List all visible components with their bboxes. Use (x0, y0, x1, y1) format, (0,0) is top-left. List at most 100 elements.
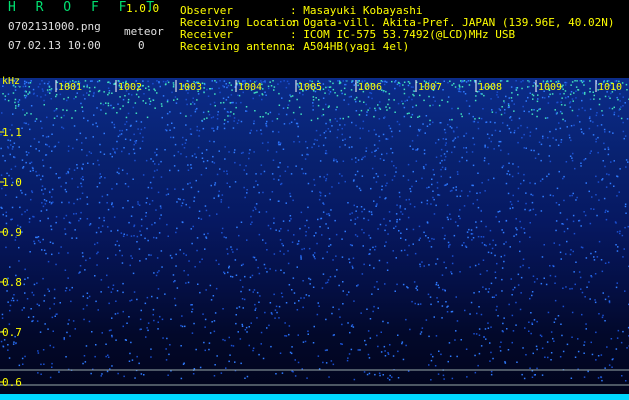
noise-speck (74, 110, 77, 112)
noise-speck (41, 80, 43, 82)
noise-speck (1, 317, 4, 319)
noise-speck (226, 111, 229, 113)
noise-speck (209, 332, 212, 334)
noise-speck (239, 164, 241, 166)
noise-speck (298, 106, 301, 109)
noise-speck (558, 244, 561, 246)
noise-speck (442, 374, 445, 377)
noise-speck (501, 267, 504, 269)
noise-speck (390, 147, 392, 150)
noise-speck (520, 276, 523, 279)
noise-speck (432, 190, 434, 192)
noise-speck (507, 170, 510, 172)
noise-speck (469, 313, 471, 315)
noise-speck (133, 235, 135, 237)
noise-speck (495, 111, 497, 114)
noise-speck (475, 221, 477, 223)
noise-speck (500, 341, 502, 343)
noise-speck (27, 82, 30, 84)
noise-speck (477, 235, 480, 238)
noise-speck (295, 165, 297, 167)
noise-speck (176, 201, 178, 203)
noise-speck (162, 337, 164, 339)
noise-speck (128, 316, 130, 318)
noise-speck (586, 286, 588, 288)
noise-speck (2, 155, 4, 157)
noise-speck (585, 182, 587, 184)
noise-speck (169, 111, 171, 113)
noise-speck (468, 84, 471, 86)
noise-speck (96, 264, 98, 266)
noise-speck (352, 180, 355, 182)
noise-speck (604, 211, 606, 213)
noise-speck (502, 322, 504, 325)
noise-speck (23, 90, 26, 93)
noise-speck (184, 325, 186, 328)
noise-speck (325, 178, 328, 180)
noise-speck (147, 80, 149, 83)
noise-speck (174, 143, 177, 146)
noise-speck (113, 83, 115, 85)
noise-speck (535, 345, 538, 348)
noise-speck (339, 124, 341, 126)
noise-speck (626, 118, 629, 120)
noise-speck (478, 328, 481, 330)
noise-speck (433, 173, 435, 176)
noise-speck (185, 139, 187, 141)
noise-speck (401, 100, 403, 102)
noise-speck (42, 277, 44, 280)
noise-speck (570, 125, 573, 127)
noise-speck (435, 204, 437, 207)
noise-speck (475, 333, 478, 335)
noise-speck (255, 208, 257, 210)
noise-speck (264, 311, 266, 314)
noise-speck (122, 282, 124, 285)
noise-speck (493, 148, 495, 150)
noise-speck (103, 91, 105, 93)
noise-speck (133, 224, 136, 226)
noise-speck (240, 362, 242, 365)
noise-speck (366, 308, 368, 310)
noise-speck (209, 88, 211, 90)
noise-speck (112, 148, 115, 151)
noise-speck (203, 91, 205, 94)
noise-speck (29, 128, 31, 131)
noise-speck (59, 93, 62, 96)
noise-speck (555, 128, 557, 131)
noise-speck (483, 244, 486, 246)
noise-speck (86, 292, 89, 294)
noise-speck (21, 213, 23, 216)
noise-speck (475, 95, 477, 97)
noise-speck (353, 84, 355, 86)
noise-speck (2, 93, 4, 95)
noise-speck (404, 100, 406, 102)
noise-speck (76, 198, 79, 201)
noise-speck (139, 328, 141, 331)
noise-speck (424, 132, 426, 134)
noise-speck (457, 136, 459, 138)
noise-speck (302, 341, 305, 343)
noise-speck (335, 159, 337, 161)
noise-speck (555, 139, 557, 141)
noise-speck (331, 125, 333, 127)
noise-speck (407, 84, 410, 87)
noise-speck (228, 151, 230, 153)
noise-speck (502, 330, 504, 333)
noise-speck (185, 124, 187, 126)
noise-speck (559, 110, 562, 113)
noise-speck (459, 271, 461, 273)
noise-speck (199, 366, 202, 369)
time-tick-label: 1003 (178, 82, 202, 93)
noise-speck (258, 191, 260, 194)
noise-speck (351, 244, 353, 247)
noise-speck (530, 193, 532, 196)
noise-speck (366, 111, 368, 113)
noise-speck (390, 130, 393, 133)
noise-speck (624, 135, 627, 137)
noise-speck (55, 93, 58, 96)
noise-speck (562, 287, 564, 289)
noise-speck (314, 138, 316, 141)
noise-speck (287, 104, 290, 106)
noise-speck (377, 104, 379, 106)
noise-speck (449, 119, 451, 121)
